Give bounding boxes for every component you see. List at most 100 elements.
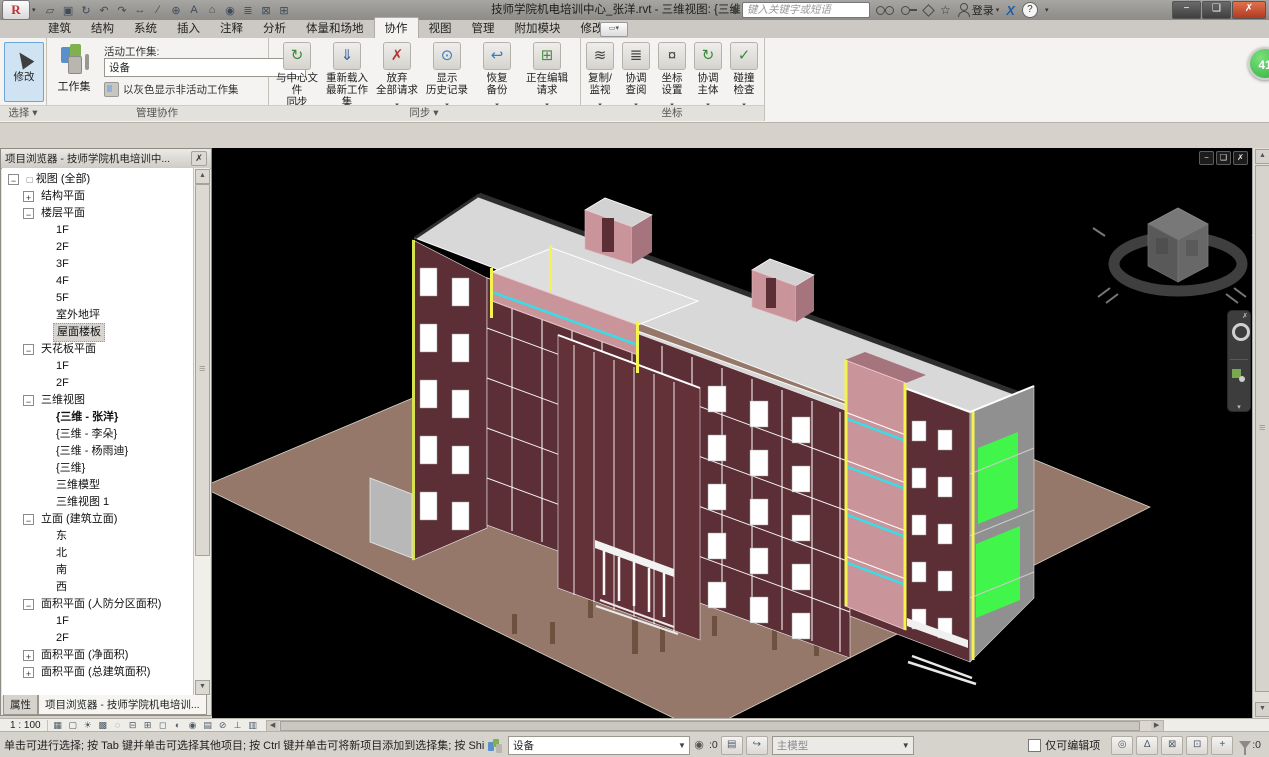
view-scale-button[interactable]: 1 : 100 bbox=[4, 720, 48, 731]
design-options-button[interactable]: ▤ bbox=[721, 736, 743, 755]
view-cube[interactable] bbox=[1093, 208, 1252, 303]
zoom-icon[interactable] bbox=[1232, 369, 1241, 378]
render-icon[interactable]: ◉ bbox=[222, 2, 239, 18]
scroll-down-icon[interactable]: ▼ bbox=[195, 680, 210, 695]
ribbon-tab[interactable]: 管理 bbox=[462, 18, 505, 38]
tree-3d-yangyudi[interactable]: {三维 - 杨雨迪} bbox=[2, 443, 195, 460]
restore-button[interactable]: ❑ bbox=[1202, 1, 1231, 19]
worksets-status-icon[interactable] bbox=[488, 738, 504, 753]
favorites-star-icon[interactable]: ☆ bbox=[940, 3, 951, 17]
tree-floor-3f[interactable]: 3F bbox=[2, 256, 195, 273]
tree-3d-views[interactable]: 三维视图 bbox=[2, 392, 195, 409]
tree-views-all[interactable]: 视图 (全部) bbox=[2, 171, 195, 188]
ribbon-tab[interactable]: 建筑 bbox=[38, 18, 81, 38]
redo-icon[interactable]: ↷ bbox=[114, 2, 131, 18]
view-minimize-icon[interactable]: − bbox=[1199, 151, 1214, 165]
temporary-view-properties-icon[interactable]: ▤ bbox=[201, 720, 215, 731]
reveal-hidden-elements-icon[interactable]: ◉ bbox=[186, 720, 200, 731]
entrance-wing[interactable] bbox=[558, 335, 700, 640]
shadows-off-icon[interactable]: ▩ bbox=[96, 720, 110, 731]
ribbon-tab[interactable]: 视图 bbox=[419, 18, 462, 38]
tree-area-civil-defense[interactable]: 面积平面 (人防分区面积) bbox=[2, 596, 195, 613]
autodesk-exchange-icon[interactable]: X bbox=[1006, 3, 1015, 18]
show-analytical-model-icon[interactable]: ⊘ bbox=[216, 720, 230, 731]
show-history-button[interactable]: ⊙ 显示 历史记录 bbox=[422, 40, 472, 106]
text-icon[interactable]: A bbox=[186, 2, 203, 18]
ribbon-tab[interactable]: 附加模块 bbox=[505, 18, 571, 38]
west-facade[interactable] bbox=[412, 240, 487, 560]
tree-elevation-south[interactable]: 南 bbox=[2, 562, 195, 579]
design-option-dropdown[interactable]: 主模型 ▼ bbox=[772, 736, 914, 755]
navbar-chevron-icon[interactable]: ▾ bbox=[1228, 403, 1250, 411]
tree-expander-icon[interactable] bbox=[23, 395, 34, 406]
add-to-set-button[interactable]: ↪ bbox=[746, 736, 768, 755]
project-browser-close-icon[interactable]: ✗ bbox=[191, 151, 207, 166]
ribbon-tab[interactable]: 结构 bbox=[81, 18, 124, 38]
sign-in-button[interactable]: 登录 ▾ bbox=[958, 2, 1000, 18]
worksharing-display-icon[interactable]: ▥ bbox=[246, 720, 260, 731]
undo-icon[interactable]: ↶ bbox=[96, 2, 113, 18]
3d-building-model[interactable] bbox=[212, 148, 1252, 718]
temporary-hide-isolate-icon[interactable]: ◐ bbox=[171, 720, 185, 731]
search-help-icon[interactable] bbox=[876, 6, 894, 15]
minimize-button[interactable]: − bbox=[1172, 1, 1201, 19]
tree-expander-icon[interactable] bbox=[23, 650, 34, 661]
tree-area-net[interactable]: 面积平面 (净面积) bbox=[2, 647, 195, 664]
interference-check-button[interactable]: ✓ 碰撞 检查 bbox=[726, 40, 762, 106]
help-button[interactable]: ? bbox=[1022, 2, 1038, 18]
tree-floor-2f[interactable]: 2F bbox=[2, 239, 195, 256]
select-elements-by-face-toggle[interactable]: ⊡ bbox=[1186, 736, 1208, 755]
show-crop-region-icon[interactable]: ⊞ bbox=[141, 720, 155, 731]
modify-button[interactable]: 修改 bbox=[4, 42, 44, 102]
ribbon-tab[interactable]: 协作 bbox=[374, 17, 419, 38]
ribbon-tab[interactable]: 系统 bbox=[124, 18, 167, 38]
section-icon[interactable]: ∕ bbox=[150, 2, 167, 18]
gray-inactive-worksets-toggle[interactable]: 以灰色显示非活动工作集 bbox=[104, 82, 239, 97]
tree-expander-icon[interactable] bbox=[8, 174, 19, 185]
coordination-host-button[interactable]: ↻ 协调 主体 bbox=[690, 40, 726, 106]
tree-ceiling-plans[interactable]: 天花板平面 bbox=[2, 341, 195, 358]
close-inactive-windows-icon[interactable]: ⊠ bbox=[258, 2, 275, 18]
app-menu-arrow-icon[interactable]: ▾ bbox=[32, 6, 36, 14]
tree-area-2f[interactable]: 2F bbox=[2, 630, 195, 647]
tree-floor-4f[interactable]: 4F bbox=[2, 273, 195, 290]
tree-3d-model[interactable]: 三维模型 bbox=[2, 477, 195, 494]
default-3d-view-icon[interactable]: ⌂ bbox=[204, 2, 221, 18]
measure-icon[interactable]: ↔ bbox=[132, 2, 149, 18]
tree-elevation-north[interactable]: 北 bbox=[2, 545, 195, 562]
switch-windows-icon[interactable]: ⊞ bbox=[276, 2, 293, 18]
tree-3d-zhangyang[interactable]: {三维 - 张洋} bbox=[2, 409, 195, 426]
ribbon-tab[interactable]: 体量和场地 bbox=[296, 18, 374, 38]
scroll-down-icon[interactable]: ▼ bbox=[1255, 702, 1269, 717]
project-browser-header[interactable]: 项目浏览器 - 技师学院机电培训中... ✗ bbox=[1, 149, 211, 169]
coordinate-settings-button[interactable]: ¤ 坐标 设置 bbox=[654, 40, 690, 106]
active-workset-status-dropdown[interactable]: 设备 ▼ bbox=[508, 736, 690, 755]
relinquish-all-button[interactable]: ✗ 放弃 全部请求 bbox=[372, 40, 422, 106]
select-panel-label[interactable]: 选择 ▾ bbox=[0, 105, 46, 121]
ribbon-tab[interactable]: 分析 bbox=[253, 18, 296, 38]
tree-floor-5f[interactable]: 5F bbox=[2, 290, 195, 307]
scrollbar-thumb[interactable] bbox=[195, 184, 210, 556]
tree-expander-icon[interactable] bbox=[23, 667, 34, 678]
tree-area-gross[interactable]: 面积平面 (总建筑面积) bbox=[2, 664, 195, 681]
sync-with-central-icon[interactable]: ↻ bbox=[78, 2, 95, 18]
application-menu-button[interactable]: R bbox=[2, 0, 30, 20]
selection-filter-icon[interactable] bbox=[1239, 741, 1251, 749]
select-pinned-elements-toggle[interactable]: ⊠ bbox=[1161, 736, 1183, 755]
copy-monitor-button[interactable]: ≋ 复制/ 监视 bbox=[582, 40, 618, 106]
synchronize-panel-label[interactable]: 同步 ▾ bbox=[268, 105, 580, 121]
search-input[interactable]: 键入关键字或短语 bbox=[742, 2, 870, 18]
scrollbar-thumb[interactable] bbox=[1255, 165, 1269, 692]
tree-ceiling-2f[interactable]: 2F bbox=[2, 375, 195, 392]
view-close-icon[interactable]: ✗ bbox=[1233, 151, 1248, 165]
tab-properties[interactable]: 属性 bbox=[3, 695, 38, 715]
save-icon[interactable]: ▣ bbox=[60, 2, 77, 18]
reveal-constraints-icon[interactable]: ⊥ bbox=[231, 720, 245, 731]
tree-roof-slab[interactable]: 屋面楼板 bbox=[2, 324, 195, 341]
restore-backup-button[interactable]: ↩ 恢复 备份 bbox=[472, 40, 522, 106]
tree-ceiling-1f[interactable]: 1F bbox=[2, 358, 195, 375]
navbar-close-icon[interactable]: ✗ bbox=[1242, 312, 1248, 320]
scroll-left-icon[interactable]: ◀ bbox=[267, 721, 279, 731]
scroll-up-icon[interactable]: ▲ bbox=[1255, 149, 1269, 164]
tree-elevation-west[interactable]: 西 bbox=[2, 579, 195, 596]
